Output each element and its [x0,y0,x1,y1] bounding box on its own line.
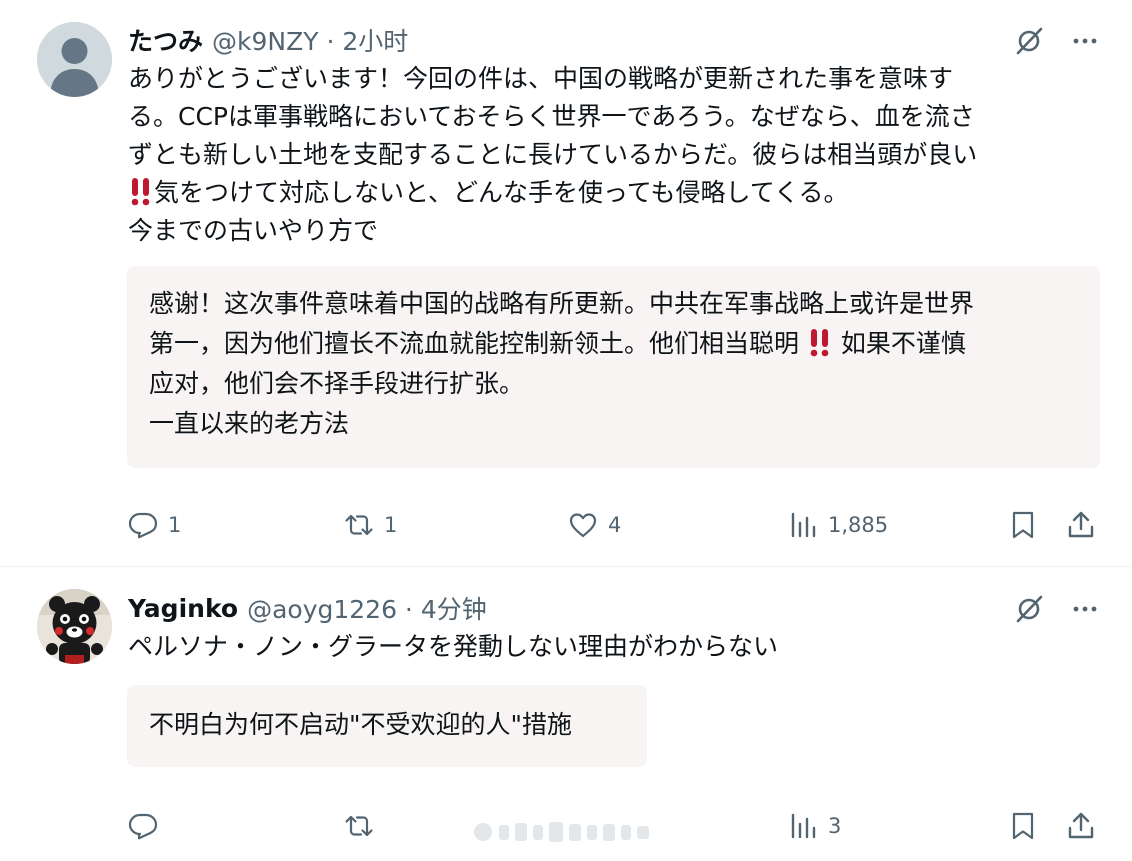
tweet-text-line: ペルソナ・ノン・グラータを発動しない理由がわからない [128,632,779,661]
tweet-text-line: ありがとうございます！今回の件は、中国の戦略が更新された事を意味す [128,64,954,93]
translation-segment: 如果不谨慎 [840,329,966,358]
translation-box: 感谢！这次事件意味着中国的战略有所更新。中共在军事战略上或许是世界 第一，因为他… [127,266,1100,468]
share-icon [1068,511,1094,538]
share-icon [1068,812,1094,839]
bookmark-button[interactable] [1008,505,1038,545]
grok-icon[interactable] [1014,26,1044,56]
more-icon[interactable] [1070,26,1100,56]
translation-box: 不明白为何不启动"不受欢迎的人"措施 [127,685,647,767]
grok-icon[interactable] [1014,594,1044,624]
tweet-text-line: ずとも新しい土地を支配することに長けているからだ。彼らは相当頭が良い [128,140,978,169]
kumamon-avatar-icon [37,589,112,664]
tweet-text-line-with-emoji: 気をつけて対応しないと、どんな手を使っても侵略してくる。 [128,174,1080,212]
reply-icon [128,512,158,539]
translation-line: 应对，他们会不择手段进行扩张。 [149,369,525,398]
like-icon [569,513,597,538]
repost-button[interactable] [344,806,374,846]
views-button[interactable]: 1,885 [788,505,888,545]
reply-icon [128,813,158,840]
tweet-text: ありがとうございます！今回の件は、中国の戦略が更新された事を意味す る。CCPは… [128,60,1080,250]
repost-count: 1 [384,513,398,537]
repost-icon [345,815,373,837]
tweet-1[interactable]: たつみ @k9NZY · 2小时 ありがとうございます！今回の件は、中国の戦略が… [0,0,1132,567]
reply-button[interactable]: 1 [128,505,181,545]
avatar-default[interactable] [37,22,112,97]
share-button[interactable] [1066,806,1096,846]
tweet-text: ペルソナ・ノン・グラータを発動しない理由がわからない [128,628,1080,666]
translation-line: 不明白为何不启动"不受欢迎的人"措施 [149,710,572,739]
views-icon [791,512,816,538]
bookmark-icon [1012,511,1034,539]
repost-icon [345,514,373,536]
display-name[interactable]: たつみ [128,22,203,58]
more-icon[interactable] [1070,594,1100,624]
tweet-top-actions [1014,594,1100,624]
double-exclamation-icon [131,178,150,206]
like-button[interactable]: 4 [568,505,621,545]
translation-line: 感谢！这次事件意味着中国的战略有所更新。中共在军事战略上或许是世界 [149,289,975,318]
views-count: 3 [828,814,842,838]
double-exclamation-icon [810,329,829,357]
views-count: 1,885 [828,513,889,537]
tweet-text-line: 今までの古いやり方で [128,216,379,245]
avatar-kumamon[interactable] [37,589,112,664]
tweet-text-segment: 気をつけて対応しないと、どんな手を使っても侵略してくる。 [154,178,849,207]
bookmark-icon [1012,812,1034,840]
like-count: 4 [608,513,622,537]
views-button[interactable]: 3 [788,806,841,846]
tweet-actions: 1 1 4 1,885 [128,505,1100,545]
default-avatar-icon [37,22,112,97]
tweet-top-actions [1014,26,1100,56]
handle-and-time[interactable]: @k9NZY · 2小时 [212,22,408,58]
tweet-text-line: る。CCPは軍事戦略においておそらく世界一であろう。なぜなら、血を流さ [128,102,975,131]
translation-segment: 第一，因为他们擅长不流血就能控制新领土。他们相当聪明 [149,329,800,358]
translation-line: 一直以来的老方法 [149,409,350,438]
share-button[interactable] [1066,505,1096,545]
reply-count: 1 [168,513,182,537]
tweet-header: Yaginko @aoyg1226 · 4分钟 [128,590,487,626]
bookmark-button[interactable] [1008,806,1038,846]
repost-button[interactable]: 1 [344,505,397,545]
display-name[interactable]: Yaginko [128,594,238,623]
watermark-graphic [474,822,649,842]
handle-and-time[interactable]: @aoyg1226 · 4分钟 [247,590,487,626]
tweet-header: たつみ @k9NZY · 2小时 [128,22,408,58]
views-icon [791,813,816,839]
reply-button[interactable] [128,806,158,846]
translation-line-with-emoji: 第一，因为他们擅长不流血就能控制新领土。他们相当聪明 如果不谨慎 [149,324,1078,364]
